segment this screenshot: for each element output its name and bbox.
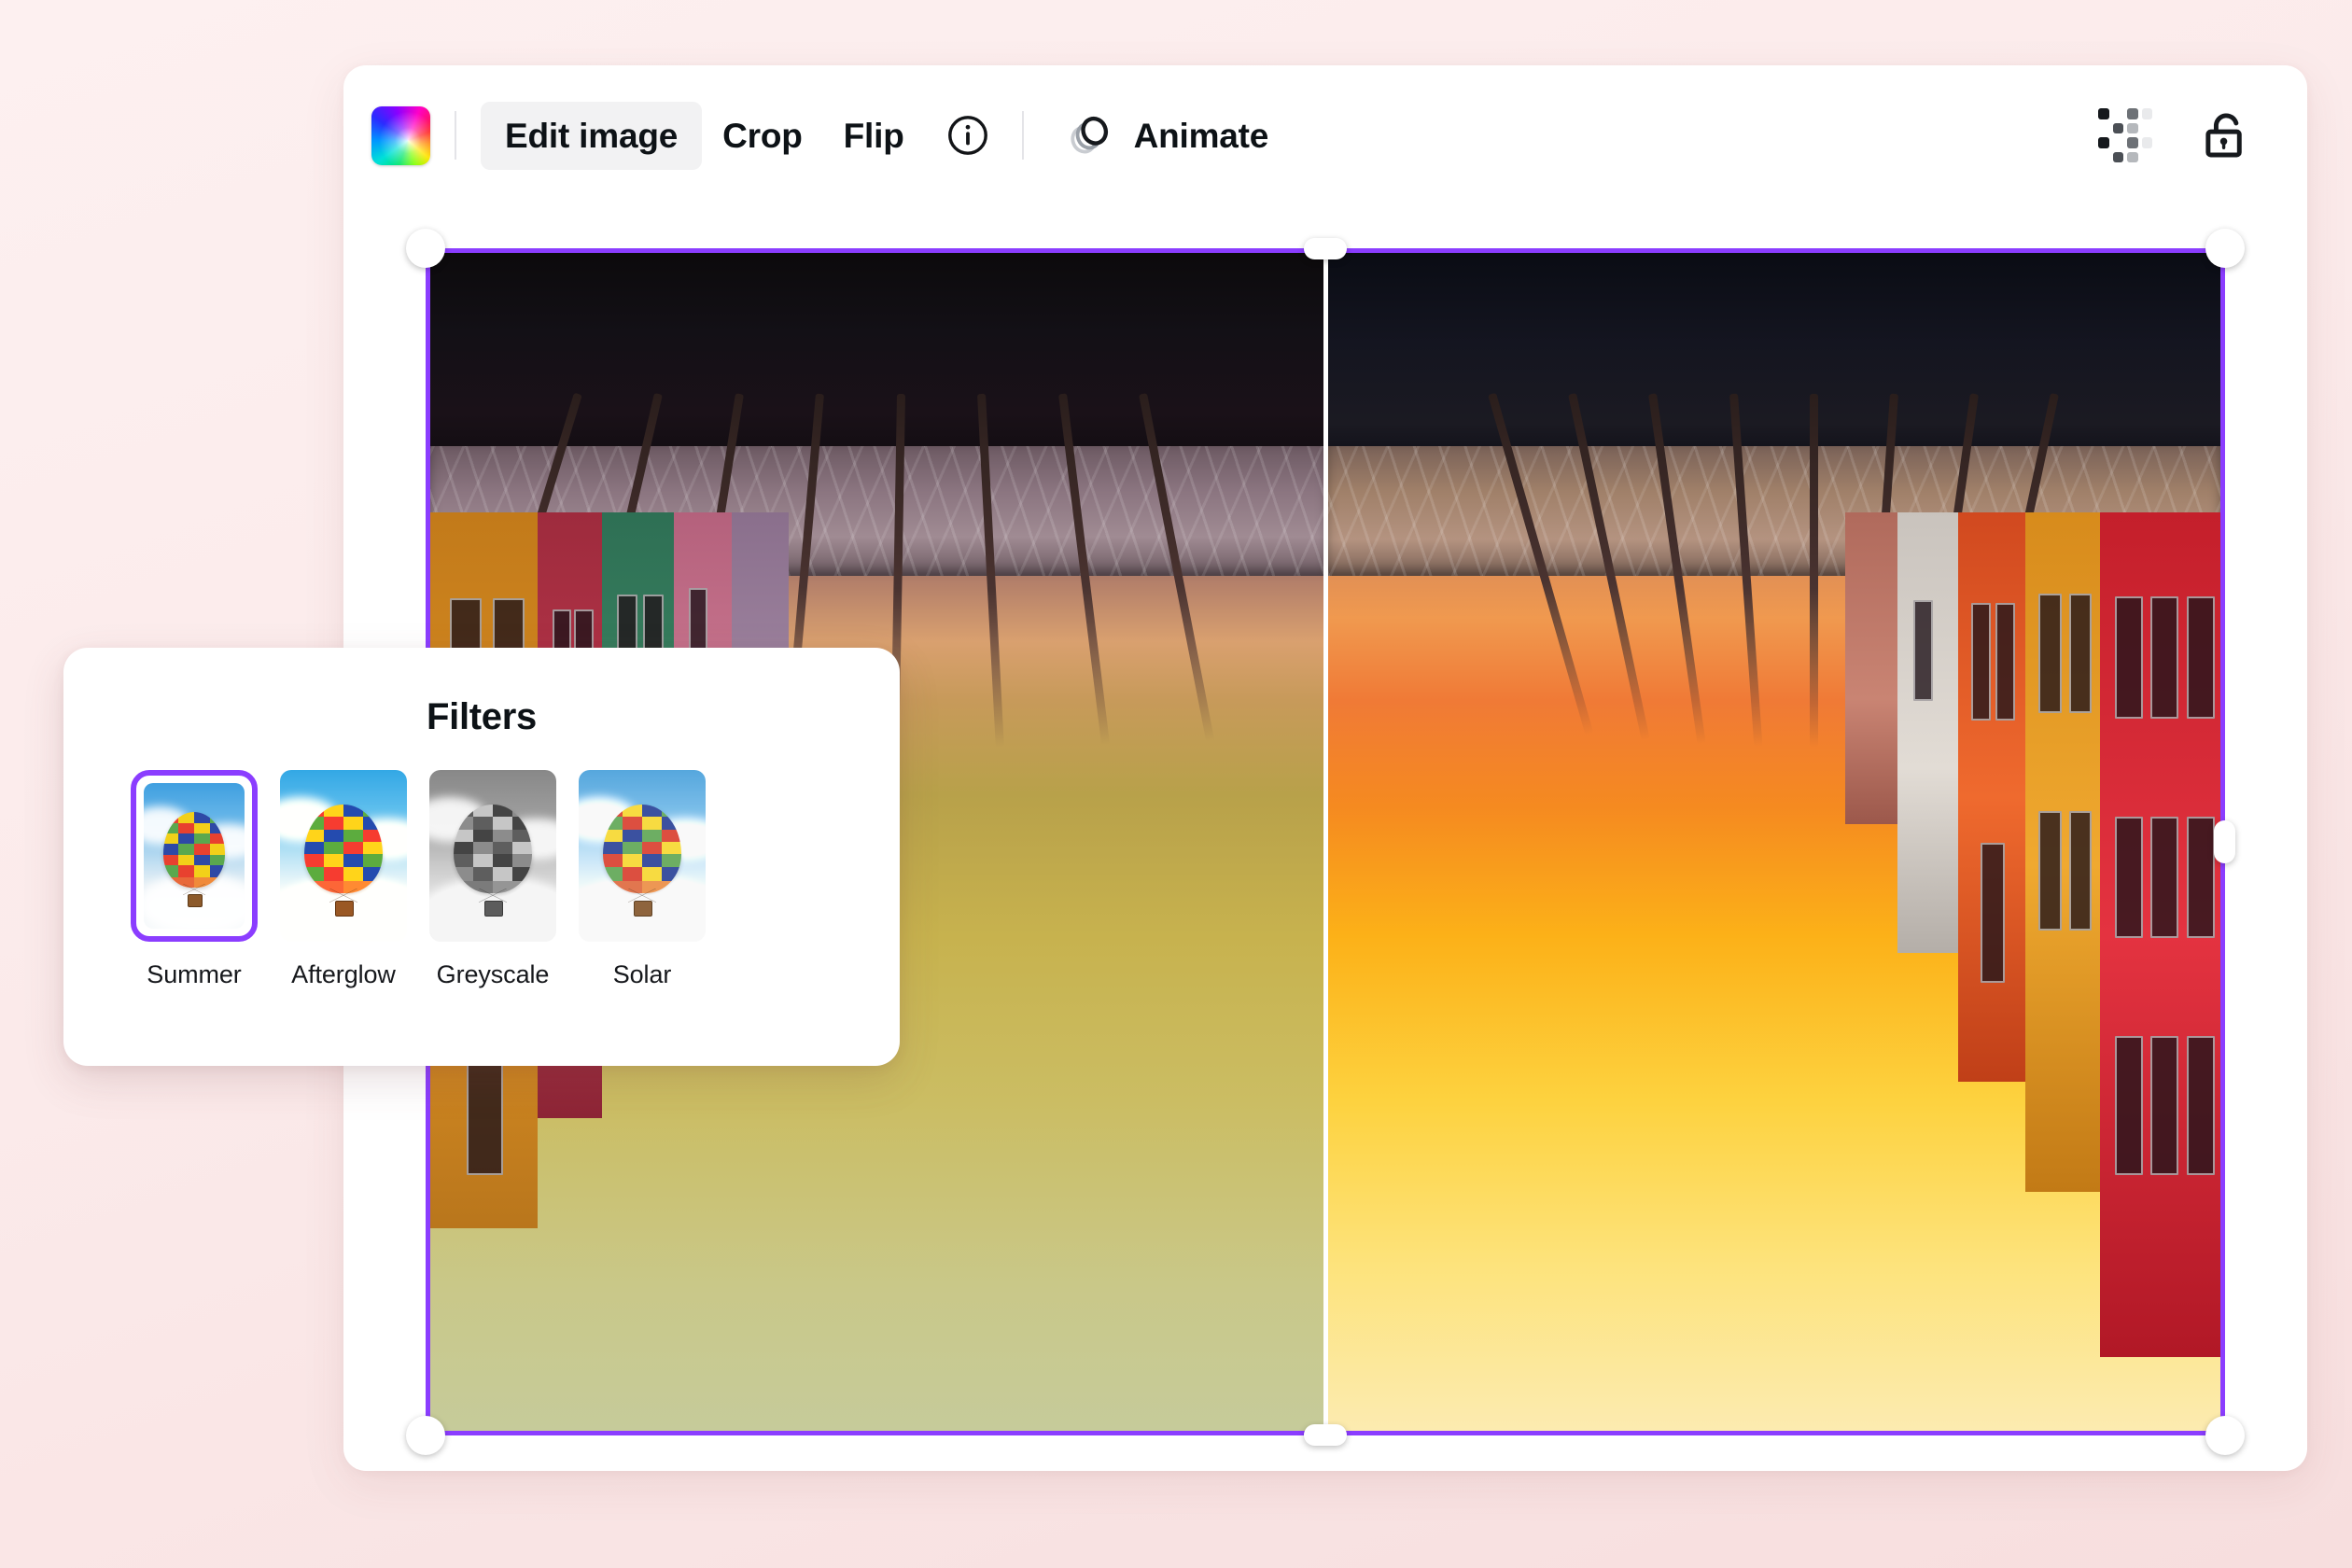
toolbar-divider-2 [1021,111,1024,160]
toolbar-divider [455,111,456,160]
filter-thumbnail-afterglow [280,770,407,942]
filter-label-summer: Summer [147,960,242,988]
filter-thumbnail-greyscale [429,770,556,942]
unlock-icon[interactable] [2201,107,2253,163]
balloon-graphic [303,804,384,894]
toolbar-item-animate[interactable]: Animate [1052,95,1281,175]
image-facades-right [1845,511,2220,1431]
filter-thumb-wrap-afterglow [280,770,407,942]
resize-handle-top-right[interactable] [2205,229,2245,268]
toolbar-item-flip[interactable]: Flip [823,102,925,170]
filters-panel-title: Filters [427,696,537,737]
image-half-right [1326,253,2220,1431]
toolbar-right-group [2098,107,2281,163]
checkerboard-transparency-icon[interactable] [2098,108,2152,162]
filters-list: Summer Afterglow Greyscale Solar [63,738,900,989]
filter-thumb-wrap-greyscale [429,770,556,942]
balloon-graphic [602,804,682,894]
color-gradient-swatch-icon[interactable] [371,105,430,165]
resize-handle-right-center[interactable] [2214,820,2235,863]
info-circle-icon[interactable] [940,107,996,163]
toolbar-item-crop[interactable]: Crop [702,102,823,170]
animate-circles-icon [1063,108,1117,162]
filter-thumbnail-solar [579,770,706,942]
filter-option-afterglow[interactable]: Afterglow [280,770,407,989]
editor-toolbar: Edit image Crop Flip Animate [343,65,2307,205]
animate-label: Animate [1133,116,1269,155]
filter-option-solar[interactable]: Solar [579,770,706,989]
filter-label-solar: Solar [612,960,672,988]
toolbar-item-edit-image[interactable]: Edit image [481,101,703,170]
filter-split-divider[interactable] [1323,253,1328,1431]
filter-thumbnail-summer [144,783,245,929]
balloon-graphic [453,804,533,894]
filter-option-greyscale[interactable]: Greyscale [429,770,556,989]
resize-handle-bottom-center[interactable] [1304,1424,1347,1446]
toolbar-left-group: Edit image Crop Flip Animate [371,95,2098,175]
filter-thumb-wrap-summer [131,770,258,942]
balloon-graphic [162,812,226,889]
resize-handle-bottom-left[interactable] [406,1416,445,1455]
filter-label-greyscale: Greyscale [436,960,550,988]
resize-handle-top-center[interactable] [1304,238,1347,259]
filters-panel: Filters Summer Afterglow Greyscale Solar [63,648,900,1066]
filter-thumb-wrap-solar [579,770,706,942]
resize-handle-bottom-right[interactable] [2205,1416,2245,1455]
filter-option-summer[interactable]: Summer [131,770,258,989]
resize-handle-top-left[interactable] [406,229,445,268]
filter-label-afterglow: Afterglow [291,960,396,988]
